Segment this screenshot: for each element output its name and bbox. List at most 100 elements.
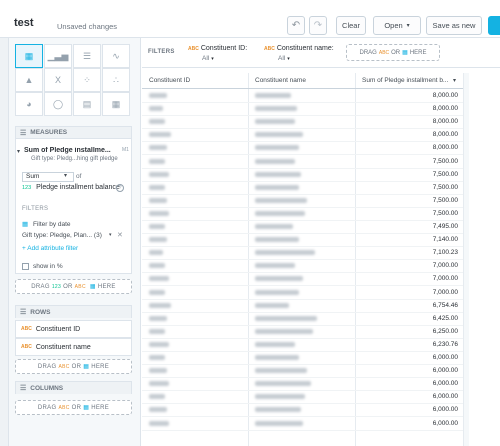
numeric-badge: 123 [22, 185, 32, 191]
redacted-constituent-id [149, 145, 167, 151]
measure-attribute[interactable]: 123 Pledge installment balance [22, 184, 120, 191]
column-chart-icon[interactable]: ☰ [73, 44, 101, 68]
bar-chart-icon[interactable]: ▁▃▅ [44, 44, 72, 68]
text-badge: ABC [74, 283, 86, 290]
table-row: 7,000.00 [142, 260, 464, 274]
save-as-new-button[interactable]: Save as new [426, 16, 482, 35]
sort-descending-icon[interactable]: ▾ [453, 77, 456, 84]
redacted-constituent-id [149, 224, 165, 229]
pledge-value-cell: 8,000.00 [432, 118, 458, 126]
text-badge: ABC [58, 363, 70, 370]
table-row: 6,425.00 [142, 313, 464, 326]
show-in-percent-checkbox[interactable]: show in % [22, 263, 63, 270]
row-item-constituent-id[interactable]: ABC Constituent ID [15, 320, 132, 338]
table-row: 6,000.00 [142, 378, 464, 392]
column-header-sum-pledge[interactable]: Sum of Pledge installment b... [362, 77, 462, 84]
pie-chart-icon[interactable]: ◕ [15, 92, 43, 116]
redacted-constituent-id [149, 381, 169, 387]
drop-zone-text: DRAG [37, 363, 57, 370]
collapse-chevron-icon[interactable]: ▾ [17, 148, 20, 155]
column-header-constituent-id[interactable]: Constituent ID [149, 77, 190, 84]
redacted-constituent-name [255, 250, 315, 256]
pledge-value-cell: 7,500.00 [432, 157, 458, 165]
redacted-constituent-name [255, 315, 317, 321]
table-row: 7,100.23 [142, 247, 464, 261]
redacted-constituent-name [255, 263, 295, 269]
headline-icon[interactable]: X [44, 68, 72, 92]
filter-chip-value: All [278, 55, 286, 62]
treemap-icon[interactable]: ▤ [73, 92, 101, 116]
pledge-value-cell: 7,000.00 [432, 275, 458, 283]
filter-chip-name: Constituent ID: [200, 45, 248, 52]
open-button[interactable]: Open ▾ [373, 16, 421, 35]
line-chart-icon[interactable]: ∿ [102, 44, 130, 68]
calendar-icon: ▦ [89, 284, 96, 290]
redacted-constituent-id [149, 328, 165, 334]
columns-icon: ☰ [20, 385, 27, 392]
table-row: 7,495.00 [142, 221, 464, 234]
of-label: of [76, 173, 82, 180]
table-icon[interactable]: ▦ [15, 44, 43, 68]
area-chart-icon[interactable]: ▲ [15, 68, 43, 92]
help-icon[interactable]: ? [116, 184, 124, 192]
columns-drop-zone[interactable]: DRAG ABC OR ▦ HERE [15, 400, 132, 415]
pledge-value-cell: 7,495.00 [432, 223, 458, 230]
rows-drop-zone[interactable]: DRAG ABC OR ▦ HERE [15, 359, 132, 374]
donut-chart-icon[interactable]: ◯ [44, 92, 72, 116]
constituent-name-filter-chip[interactable]: ABC Constituent name: All ▾ [264, 44, 334, 64]
measure-title[interactable]: Sum of Pledge installme... [24, 147, 120, 154]
table-row: 6,000.00 [142, 404, 464, 418]
undo-icon[interactable]: ↶ [287, 16, 305, 35]
clear-button[interactable]: Clear [336, 16, 366, 35]
filter-bar-drop-zone[interactable]: DRAG ABC OR ▦ HERE [346, 44, 440, 61]
catalog-gutter[interactable] [0, 38, 9, 446]
redacted-constituent-name [255, 276, 303, 282]
filter-chip-value: All [202, 55, 210, 62]
redo-icon[interactable]: ↷ [309, 16, 327, 35]
table-row: 7,500.00 [142, 208, 464, 221]
redacted-constituent-name [255, 119, 295, 125]
row-item-constituent-name[interactable]: ABC Constituent name [15, 338, 132, 356]
redacted-constituent-id [149, 237, 167, 243]
text-badge: ABC [58, 404, 70, 411]
heatmap-icon[interactable]: ▦ [102, 92, 130, 116]
table-row: 6,230.76 [142, 339, 464, 352]
redacted-constituent-id [149, 93, 167, 98]
pledge-value-cell: 6,000.00 [432, 406, 458, 414]
pivot-table: Constituent ID Constituent name Sum of P… [142, 73, 464, 446]
insight-title[interactable]: test [14, 17, 34, 29]
table-row: 8,000.00 [142, 129, 464, 143]
filter-by-date-button[interactable]: ▦ Filter by date [22, 220, 71, 228]
pledge-value-cell: 6,754.46 [432, 301, 458, 309]
measures-label: MEASURES [30, 129, 68, 136]
pledge-value-cell: 7,500.00 [432, 196, 458, 204]
row-item-label: Constituent ID [35, 325, 81, 333]
constituent-id-filter-chip[interactable]: ABC Constituent ID: All ▾ [188, 44, 247, 64]
text-badge: ABC [21, 344, 32, 350]
redacted-constituent-id [149, 394, 165, 400]
pledge-value-cell: 7,500.00 [432, 170, 458, 178]
redacted-constituent-name [255, 224, 293, 229]
table-row: 7,500.00 [142, 169, 464, 182]
chevron-down-icon: ▾ [287, 56, 290, 62]
measures-drop-zone[interactable]: DRAG 123 OR ABC ▦ HERE [15, 279, 132, 294]
scatter-icon[interactable]: ⁘ [73, 68, 101, 92]
pledge-value-cell: 7,000.00 [432, 262, 458, 270]
chevron-down-icon: ▾ [109, 232, 112, 238]
redacted-constituent-id [149, 368, 167, 374]
column-header-label: Sum of Pledge installment b... [362, 77, 449, 84]
pledge-value-cell: 6,000.00 [432, 354, 458, 361]
top-bar: test Unsaved changes ↶ ↷ Clear Open ▾ Sa… [0, 0, 500, 38]
add-attribute-filter-button[interactable]: + Add attribute filter [22, 245, 78, 252]
redacted-constituent-id [149, 355, 165, 360]
close-icon[interactable]: ✕ [117, 231, 123, 239]
bubble-icon[interactable]: ∴ [102, 68, 130, 92]
save-button[interactable] [488, 16, 500, 35]
rows-header: ☰ ROWS [16, 306, 131, 318]
pledge-value-cell: 6,000.00 [432, 393, 458, 401]
calendar-icon: ▦ [402, 50, 408, 56]
column-header-constituent-name[interactable]: Constituent name [255, 77, 306, 84]
gift-type-filter[interactable]: Gift type: Pledge, Plan... (3) [22, 232, 102, 239]
table-row: 6,250.00 [142, 326, 464, 339]
redacted-constituent-id [149, 315, 167, 321]
